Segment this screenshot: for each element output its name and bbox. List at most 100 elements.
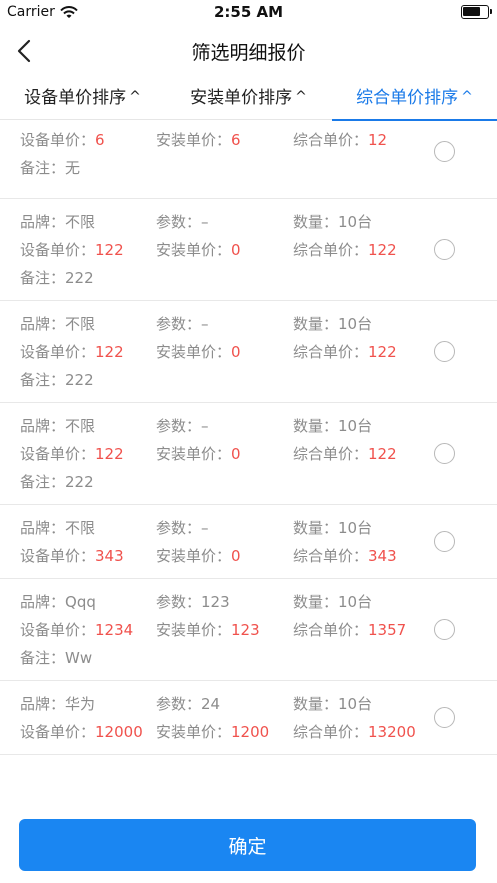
select-radio[interactable] bbox=[434, 619, 455, 640]
field-total-price: 综合单价：122 bbox=[293, 443, 397, 464]
status-time: 2:55 AM bbox=[213, 3, 284, 21]
field-value: 1357 bbox=[368, 621, 407, 639]
field-label: 设备单价： bbox=[20, 621, 96, 639]
field-param: 参数：24 bbox=[156, 693, 220, 714]
field-value: 122 bbox=[95, 241, 124, 259]
select-radio[interactable] bbox=[434, 707, 455, 728]
field-value: – bbox=[201, 417, 209, 435]
price-row: 设备单价：6 安装单价：6 综合单价：12 bbox=[0, 129, 430, 151]
field-equip-price: 设备单价：122 bbox=[20, 239, 124, 260]
field-label: 数量： bbox=[293, 695, 339, 713]
field-label: 品牌： bbox=[20, 593, 66, 611]
field-label: 品牌： bbox=[20, 315, 66, 333]
field-value: 10台 bbox=[338, 695, 373, 713]
field-value: 不限 bbox=[65, 519, 96, 537]
field-value: 122 bbox=[95, 445, 124, 463]
field-label: 参数： bbox=[156, 695, 202, 713]
quote-list[interactable]: 设备单价：6 安装单价：6 综合单价：12 备注：无 品牌：不限 参数：– 数量：10台 设备… bbox=[0, 121, 497, 811]
info-row: 品牌：不限 参数：– 数量：10台 bbox=[0, 415, 430, 437]
field-value: 0 bbox=[231, 343, 241, 361]
select-radio[interactable] bbox=[434, 141, 455, 162]
field-label: 数量： bbox=[293, 519, 339, 537]
price-row: 设备单价：1234 安装单价：123 综合单价：1357 bbox=[0, 619, 430, 641]
select-radio[interactable] bbox=[434, 443, 455, 464]
quote-item[interactable]: 品牌：不限 参数：– 数量：10台设备单价：343 安装单价：0 综合单价：343 bbox=[0, 505, 497, 579]
field-label: 备注： bbox=[20, 371, 66, 389]
field-label: 数量： bbox=[293, 213, 339, 231]
quote-item[interactable]: 设备单价：6 安装单价：6 综合单价：12 备注：无 bbox=[0, 121, 497, 199]
field-value: 1234 bbox=[95, 621, 134, 639]
field-label: 备注： bbox=[20, 473, 66, 491]
field-value: – bbox=[201, 213, 209, 231]
field-total-price: 综合单价：122 bbox=[293, 341, 397, 362]
field-label: 参数： bbox=[156, 213, 202, 231]
price-row: 设备单价：12000 安装单价：1200 综合单价：13200 bbox=[0, 721, 430, 743]
quote-item[interactable]: 品牌：不限 参数：– 数量：10台 设备单价：122 安装单价：0 综合单价：122 备注：… bbox=[0, 199, 497, 301]
field-label: 数量： bbox=[293, 593, 339, 611]
sort-arrow-icon: ^ bbox=[461, 89, 473, 105]
field-value: 10台 bbox=[338, 417, 373, 435]
select-radio[interactable] bbox=[434, 341, 455, 362]
page-title: 筛选明细报价 bbox=[191, 42, 306, 64]
select-radio[interactable] bbox=[434, 239, 455, 260]
sort-tabs: 设备单价排序 ^ 安装单价排序 ^ 综合单价排序 ^ bbox=[0, 76, 497, 121]
field-value: 24 bbox=[201, 695, 221, 713]
field-label: 品牌： bbox=[20, 519, 66, 537]
field-label: 参数： bbox=[156, 593, 202, 611]
price-row: 设备单价：343 安装单价：0 综合单价：343 bbox=[0, 545, 430, 567]
field-brand: 品牌：不限 bbox=[20, 313, 95, 334]
quote-item[interactable]: 品牌：华为 参数：24 数量：10台 设备单价：12000 安装单价：1200 综合单价：… bbox=[0, 681, 497, 755]
field-install-price: 安装单价：0 bbox=[156, 341, 241, 362]
confirm-button[interactable]: 确定 bbox=[19, 819, 476, 871]
info-row: 品牌：不限 参数：– 数量：10台 bbox=[0, 313, 430, 335]
field-value: 343 bbox=[95, 547, 124, 565]
field-label: 综合单价： bbox=[293, 547, 369, 565]
battery-level bbox=[463, 7, 481, 16]
info-row: 品牌：不限 参数：– 数量：10台 bbox=[0, 211, 430, 233]
field-param: 参数：– bbox=[156, 517, 209, 538]
tab-label: 安装单价排序 bbox=[190, 88, 293, 108]
field-param: 参数：– bbox=[156, 313, 209, 334]
field-param: 参数：– bbox=[156, 211, 209, 232]
field-install-price: 安装单价：0 bbox=[156, 443, 241, 464]
field-install-price: 安装单价：123 bbox=[156, 619, 260, 640]
field-value: Ww bbox=[65, 649, 93, 667]
field-value: 343 bbox=[368, 547, 397, 565]
field-param: 参数：– bbox=[156, 415, 209, 436]
quote-item[interactable]: 品牌：Qqq 参数：123 数量：10台 设备单价：1234 安装单价：123 综合单价：… bbox=[0, 579, 497, 681]
tab-total-price-sort[interactable]: 综合单价排序 ^ bbox=[332, 76, 497, 121]
field-label: 设备单价： bbox=[20, 445, 96, 463]
field-value: 122 bbox=[95, 343, 124, 361]
quote-item[interactable]: 品牌：不限 参数：– 数量：10台设备单价：122 安装单价：0 综合单价：122 备注：… bbox=[0, 403, 497, 505]
sort-arrow-icon: ^ bbox=[129, 89, 141, 105]
field-label: 安装单价： bbox=[156, 621, 232, 639]
field-label: 安装单价： bbox=[156, 723, 232, 741]
tab-equipment-price-sort[interactable]: 设备单价排序 ^ bbox=[0, 76, 165, 120]
field-value: 10台 bbox=[338, 593, 373, 611]
field-label: 参数： bbox=[156, 417, 202, 435]
field-equip-price: 设备单价：122 bbox=[20, 443, 124, 464]
field-equip-price: 设备单价：343 bbox=[20, 545, 124, 566]
field-value: 不限 bbox=[65, 213, 96, 231]
field-value: 1200 bbox=[231, 723, 270, 741]
field-qty: 数量：10台 bbox=[293, 591, 372, 612]
field-qty: 数量：10台 bbox=[293, 313, 372, 334]
field-value: 12 bbox=[368, 131, 388, 149]
field-label: 安装单价： bbox=[156, 445, 232, 463]
info-row: 品牌：Qqq 参数：123 数量：10台 bbox=[0, 591, 430, 613]
field-brand: 品牌：不限 bbox=[20, 415, 95, 436]
note-row: 备注：222 bbox=[0, 471, 430, 493]
select-radio[interactable] bbox=[434, 531, 455, 552]
note-row: 备注：222 bbox=[0, 267, 430, 289]
field-label: 设备单价： bbox=[20, 547, 96, 565]
field-label: 参数： bbox=[156, 315, 202, 333]
field-param: 参数：123 bbox=[156, 591, 230, 612]
field-qty: 数量：10台 bbox=[293, 517, 372, 538]
field-qty: 数量：10台 bbox=[293, 693, 372, 714]
quote-item[interactable]: 品牌：不限 参数：– 数量：10台 设备单价：122 安装单价：0 综合单价：122 备注：… bbox=[0, 301, 497, 403]
field-value: 222 bbox=[65, 269, 94, 287]
field-value: 13200 bbox=[368, 723, 416, 741]
field-qty: 数量：10台 bbox=[293, 415, 372, 436]
field-value: 122 bbox=[368, 241, 397, 259]
tab-install-price-sort[interactable]: 安装单价排序 ^ bbox=[166, 76, 331, 120]
